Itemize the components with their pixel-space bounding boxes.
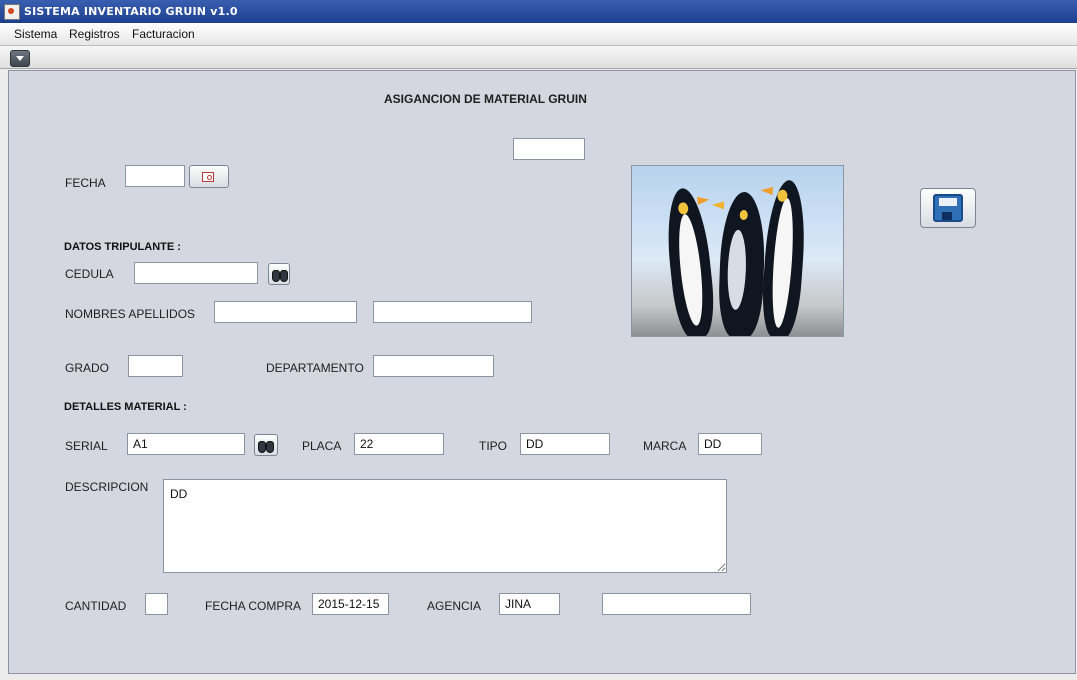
- penguin-beak: [760, 186, 773, 196]
- top-unlabeled-field[interactable]: [513, 138, 585, 160]
- search-cedula-button[interactable]: [268, 263, 290, 285]
- marca-label: MARCA: [643, 439, 687, 453]
- agencia-extra-field[interactable]: [602, 593, 751, 615]
- datos-tripulante-section-title: DATOS TRIPULANTE :: [64, 241, 181, 253]
- binoculars-icon: [258, 439, 274, 453]
- binoculars-icon: [272, 268, 288, 282]
- material-assignment-panel: ASIGANCION DE MATERIAL GRUIN FECHA DATOS…: [8, 70, 1076, 674]
- fecha-label: FECHA: [65, 176, 106, 190]
- menu-bar: Sistema Registros Facturacion: [0, 23, 1077, 46]
- detalles-material-section-title: DETALLES MATERIAL :: [64, 401, 187, 413]
- fecha-field[interactable]: [125, 165, 185, 187]
- fecha-compra-label: FECHA COMPRA: [205, 599, 302, 613]
- floppy-disk-icon: [933, 194, 963, 222]
- fecha-compra-field[interactable]: [312, 593, 389, 615]
- tipo-field[interactable]: [520, 433, 610, 455]
- tipo-label: TIPO: [479, 439, 508, 453]
- grado-field[interactable]: [128, 355, 183, 377]
- cantidad-field[interactable]: [145, 593, 168, 615]
- penguin-left: [662, 186, 718, 336]
- nombres-field[interactable]: [214, 301, 357, 323]
- placa-label: PLACA: [302, 439, 342, 453]
- menu-sistema[interactable]: Sistema: [14, 27, 57, 41]
- serial-label: SERIAL: [65, 439, 108, 453]
- descripcion-label: DESCRIPCION: [65, 480, 149, 494]
- placa-field[interactable]: [354, 433, 444, 455]
- cedula-field[interactable]: [134, 262, 258, 284]
- window-title-bar: SISTEMA INVENTARIO GRUIN v1.0: [0, 0, 1077, 23]
- chevron-down-icon[interactable]: [10, 50, 30, 67]
- penguin-cheek: [739, 209, 748, 221]
- cedula-label: CEDULA: [65, 267, 114, 281]
- penguin-belly: [674, 213, 707, 327]
- java-app-icon: [4, 4, 20, 20]
- penguin-belly: [726, 229, 748, 311]
- penguin-belly: [769, 197, 797, 329]
- save-button[interactable]: [920, 188, 976, 228]
- agencia-label: AGENCIA: [427, 599, 482, 613]
- penguin-right: [759, 178, 809, 336]
- descripcion-textarea[interactable]: DD: [163, 479, 727, 573]
- penguin-beak: [711, 200, 725, 210]
- page-title: ASIGANCION DE MATERIAL GRUIN: [384, 92, 587, 106]
- apellidos-field[interactable]: [373, 301, 532, 323]
- calendar-icon: [202, 172, 214, 182]
- toolbar-strip: [0, 46, 1077, 69]
- window-title: SISTEMA INVENTARIO GRUIN v1.0: [24, 5, 238, 18]
- departamento-label: DEPARTAMENTO: [266, 361, 364, 375]
- penguin-cheek: [677, 201, 689, 215]
- marca-field[interactable]: [698, 433, 762, 455]
- penguin-middle: [711, 191, 767, 336]
- agencia-field[interactable]: [499, 593, 560, 615]
- search-serial-button[interactable]: [254, 434, 278, 456]
- departamento-field[interactable]: [373, 355, 494, 377]
- penguin-beak: [697, 195, 710, 205]
- menu-registros[interactable]: Registros: [69, 27, 120, 41]
- nombres-apellidos-label: NOMBRES APELLIDOS: [65, 307, 196, 321]
- cantidad-label: CANTIDAD: [65, 599, 127, 613]
- serial-field[interactable]: [127, 433, 245, 455]
- calendar-button[interactable]: [189, 165, 229, 188]
- penguin-photo: [631, 165, 844, 337]
- grado-label: GRADO: [65, 361, 110, 375]
- menu-facturacion[interactable]: Facturacion: [132, 27, 195, 41]
